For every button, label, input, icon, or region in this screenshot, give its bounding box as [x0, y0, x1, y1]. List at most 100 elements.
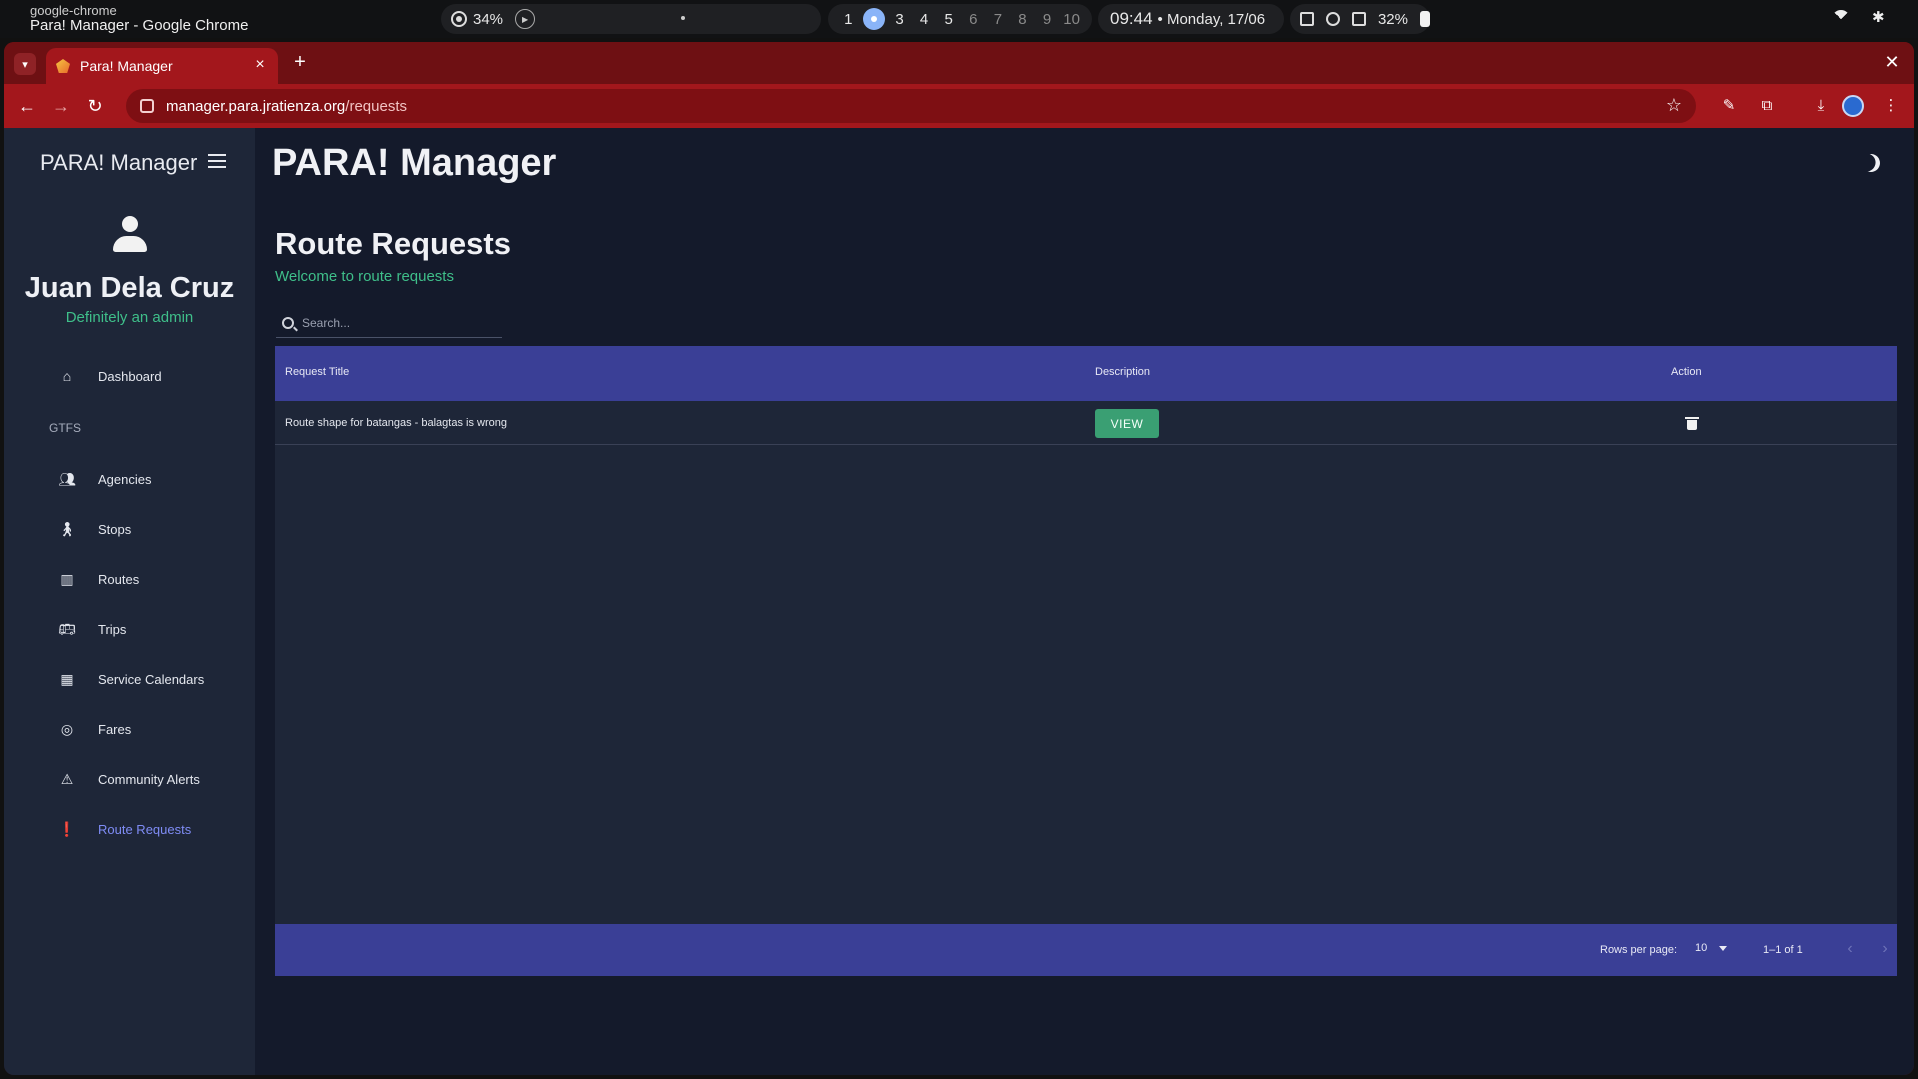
- sidebar-item-label: Agencies: [98, 471, 152, 487]
- table-pagination: Rows per page: 10 1–1 of 1 ‹ ›: [275, 924, 1897, 976]
- clock-date: • Monday, 17/06: [1157, 10, 1266, 28]
- workspace-6[interactable]: 6: [963, 11, 983, 28]
- calendar-icon: ▦: [60, 670, 74, 687]
- bluetooth-icon[interactable]: ✱: [1872, 10, 1885, 26]
- site-info-icon[interactable]: [140, 99, 154, 113]
- forward-arrow-icon[interactable]: →: [50, 95, 72, 117]
- favicon-icon: [56, 59, 70, 73]
- sidebar-item-agencies[interactable]: 👥︎ Agencies: [58, 467, 151, 491]
- play-icon[interactable]: ▶: [515, 9, 536, 29]
- battery-level: 32%: [1377, 10, 1408, 28]
- column-header-action[interactable]: Action: [1671, 366, 1702, 378]
- rows-per-page-value: 10: [1695, 942, 1708, 954]
- workspace-3[interactable]: 3: [889, 11, 909, 28]
- caret-down-icon: [1719, 945, 1728, 951]
- sidebar-item-trips[interactable]: 🚌︎ Trips: [58, 617, 126, 641]
- workspace-switcher: 1 3 4 5 6 7 8 9 10: [828, 4, 1092, 34]
- delete-trash-icon[interactable]: [1685, 417, 1699, 430]
- page-subtitle: Welcome to route requests: [275, 268, 454, 285]
- dark-mode-moon-icon[interactable]: [1859, 151, 1882, 174]
- user-name: Juan Dela Cruz: [24, 272, 235, 304]
- previous-page-chevron-icon[interactable]: ‹: [1840, 939, 1860, 959]
- sidebar-item-route-requests[interactable]: ❗ Route Requests: [58, 817, 191, 841]
- extensions-puzzle-icon[interactable]: ⧉: [1756, 95, 1778, 117]
- section-label-gtfs: GTFS: [49, 421, 81, 435]
- user-avatar-icon: [113, 216, 147, 252]
- fullscreen-icon[interactable]: [1300, 12, 1314, 26]
- home-icon: ⌂: [62, 368, 72, 384]
- back-arrow-icon[interactable]: ←: [16, 95, 38, 117]
- feedback-icon: ❗: [58, 820, 76, 837]
- workspace-7[interactable]: 7: [988, 11, 1008, 28]
- browser-window: ▾ Para! Manager × + ✕ ← → ↻ manager.para…: [4, 42, 1914, 1075]
- sidebar: PARA! Manager Juan Dela Cruz Definitely …: [4, 128, 255, 1075]
- tab-close-icon[interactable]: ×: [252, 57, 268, 73]
- column-header-request-title[interactable]: Request Title: [285, 366, 349, 378]
- cpu-icon: [451, 11, 467, 27]
- workspace-9[interactable]: 9: [1037, 11, 1057, 28]
- clock-time: 09:44: [1110, 9, 1153, 28]
- table-row: Route shape for batangas - balagtas is w…: [275, 401, 1897, 445]
- sidebar-item-routes[interactable]: ▥ Routes: [58, 567, 139, 591]
- search-field: [276, 308, 502, 338]
- people-icon: 👥︎: [58, 470, 76, 487]
- tab-strip: ▾ Para! Manager × + ✕: [4, 42, 1914, 84]
- request-title-cell: Route shape for batangas - balagtas is w…: [285, 417, 507, 429]
- workspace-5[interactable]: 5: [939, 11, 959, 28]
- clock[interactable]: 09:44 • Monday, 17/06: [1098, 4, 1284, 34]
- map-icon: ▥: [60, 570, 74, 587]
- system-monitor-pill[interactable]: 34% ▶: [441, 4, 821, 34]
- workspace-10[interactable]: 10: [1062, 11, 1082, 28]
- workspace-8[interactable]: 8: [1012, 11, 1032, 28]
- requests-table: Request Title Description Action Route s…: [275, 346, 1897, 976]
- fare-icon: ◎: [60, 720, 74, 737]
- media-dot-icon: [681, 16, 685, 20]
- alert-bus-icon: ⚠: [60, 770, 74, 787]
- browser-toolbar: ← → ↻ manager.para.jratienza.org/request…: [4, 84, 1914, 128]
- tray: ✱: [1832, 10, 1885, 26]
- column-header-description[interactable]: Description: [1095, 366, 1150, 378]
- app-id: google-chrome: [30, 3, 117, 18]
- keyboard-icon[interactable]: [1351, 12, 1366, 26]
- web-app: PARA! Manager Juan Dela Cruz Definitely …: [4, 128, 1914, 1075]
- cpu-usage: 34%: [473, 10, 504, 28]
- next-page-chevron-icon[interactable]: ›: [1875, 939, 1895, 959]
- sidebar-title: PARA! Manager: [40, 150, 198, 175]
- view-button[interactable]: VIEW: [1095, 409, 1159, 438]
- sidebar-item-label: Service Calendars: [98, 671, 205, 687]
- pagination-range: 1–1 of 1: [1763, 944, 1803, 956]
- menu-kebab-icon[interactable]: ⋮: [1880, 95, 1902, 117]
- new-tab-plus-icon[interactable]: +: [290, 52, 310, 72]
- workspace-1[interactable]: 1: [838, 11, 858, 28]
- tab-search-chevron-icon[interactable]: ▾: [14, 53, 36, 75]
- address-bar[interactable]: manager.para.jratienza.org/requests ☆: [126, 89, 1696, 123]
- page-title: Route Requests: [275, 226, 511, 261]
- workspace-4[interactable]: 4: [914, 11, 934, 28]
- download-icon[interactable]: ⤓: [1810, 95, 1832, 117]
- sidebar-item-label: Dashboard: [98, 368, 162, 384]
- quick-tools: 32%: [1290, 4, 1430, 34]
- table-header: Request Title Description Action: [275, 346, 1897, 401]
- extension-pen-icon[interactable]: ✎: [1718, 95, 1740, 117]
- tab-para-manager[interactable]: Para! Manager ×: [46, 48, 278, 84]
- sidebar-item-label: Trips: [98, 621, 127, 637]
- sidebar-item-stops[interactable]: 🚶︎ Stops: [58, 517, 131, 541]
- rows-per-page-select[interactable]: 10: [1695, 942, 1728, 954]
- sidebar-item-label: Stops: [98, 521, 132, 537]
- rows-per-page-label: Rows per page:: [1600, 944, 1678, 956]
- profile-avatar[interactable]: [1842, 95, 1864, 117]
- search-icon: [282, 316, 294, 329]
- hamburger-menu-icon[interactable]: [208, 154, 226, 170]
- sidebar-item-fares[interactable]: ◎ Fares: [58, 717, 131, 741]
- sidebar-item-dashboard[interactable]: ⌂ Dashboard: [58, 364, 162, 388]
- reload-icon[interactable]: ↻: [84, 95, 106, 117]
- sidebar-item-community-alerts[interactable]: ⚠ Community Alerts: [58, 767, 200, 791]
- search-input[interactable]: [302, 315, 492, 330]
- window-close-icon[interactable]: ✕: [1882, 52, 1902, 72]
- workspace-2-active[interactable]: [862, 8, 885, 30]
- bookmark-star-icon[interactable]: ☆: [1666, 95, 1682, 116]
- sidebar-item-label: Community Alerts: [98, 771, 200, 787]
- wifi-icon[interactable]: [1832, 10, 1850, 24]
- sidebar-item-service-calendars[interactable]: ▦ Service Calendars: [58, 667, 204, 691]
- color-picker-icon[interactable]: [1325, 12, 1340, 26]
